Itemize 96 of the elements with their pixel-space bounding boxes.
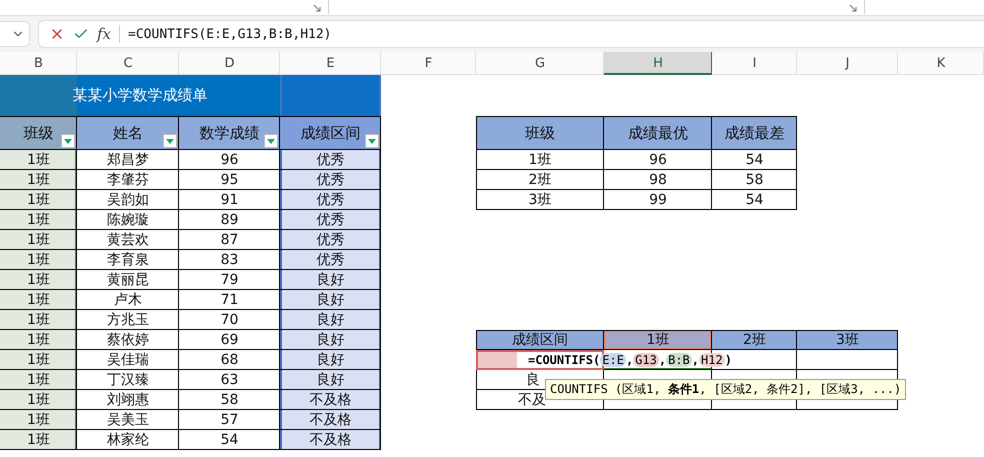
table-cell: 87 <box>179 230 280 250</box>
column-header[interactable]: E <box>280 52 381 75</box>
column-header[interactable]: K <box>898 52 984 75</box>
table-cell: 1班 <box>0 210 77 230</box>
table-cell: 吴佳瑞 <box>77 350 179 370</box>
column-header[interactable]: B <box>0 52 77 75</box>
table-cell: 63 <box>179 370 280 390</box>
column-heading: 成绩区间 <box>280 116 381 150</box>
table-cell: 95 <box>179 170 280 190</box>
table-cell: 不及格 <box>280 410 381 430</box>
table-cell: 李肇芬 <box>77 170 179 190</box>
table-cell: 58 <box>712 170 797 190</box>
table-cell: 1班 <box>0 230 77 250</box>
table-cell: 优秀 <box>280 230 381 250</box>
table-cell: 优秀 <box>280 210 381 230</box>
table-cell: 1班 <box>0 270 77 290</box>
table-cell: 良好 <box>280 290 381 310</box>
table-cell: 陈婉璇 <box>77 210 179 230</box>
column-heading: 3班 <box>797 330 898 350</box>
formula-field[interactable]: fx =COUNTIFS(E:E,G13,B:B,H12) <box>38 20 984 48</box>
table-cell: 良好 <box>280 310 381 330</box>
table-cell: 1班 <box>0 390 77 410</box>
column-heading: 成绩最优 <box>604 116 712 150</box>
table-cell: 1班 <box>0 150 77 170</box>
table-cell: 丁汉臻 <box>77 370 179 390</box>
function-label[interactable]: fx <box>97 25 120 43</box>
table-cell: 1班 <box>0 350 77 370</box>
table-cell: 蔡依婷 <box>77 330 179 350</box>
column-heading: 1班 <box>604 330 712 350</box>
column-header[interactable]: J <box>797 52 898 75</box>
table-cell: 3班 <box>476 190 604 210</box>
table-cell: 1班 <box>0 250 77 270</box>
table-cell: 优秀 <box>280 250 381 270</box>
table-cell: 良好 <box>280 270 381 290</box>
table-cell: 57 <box>179 410 280 430</box>
table-cell: 91 <box>179 190 280 210</box>
table-cell: 68 <box>179 350 280 370</box>
table-cell: 李育泉 <box>77 250 179 270</box>
table-cell: 黄芸欢 <box>77 230 179 250</box>
column-heading: 班级 <box>0 116 77 150</box>
table-cell: 96 <box>604 150 712 170</box>
column-heading: 数学成绩 <box>179 116 280 150</box>
table-cell: 优秀 <box>280 190 381 210</box>
table-cell: 优秀 <box>280 150 381 170</box>
table-cell: 1班 <box>0 410 77 430</box>
table-cell: 1班 <box>0 310 77 330</box>
table-cell: 不及格 <box>280 390 381 410</box>
table-cell: 方兆玉 <box>77 310 179 330</box>
column-header[interactable]: H <box>604 52 712 75</box>
table-cell: 89 <box>179 210 280 230</box>
table-cell: 69 <box>179 330 280 350</box>
table-cell: 1班 <box>0 290 77 310</box>
table-cell: 99 <box>604 190 712 210</box>
sheet-title: 某某小学数学成绩单 <box>0 75 280 116</box>
column-header[interactable]: F <box>381 52 476 75</box>
table-cell: 54 <box>712 150 797 170</box>
table-cell: 98 <box>604 170 712 190</box>
table-cell: 1班 <box>0 170 77 190</box>
table-cell: 2班 <box>476 170 604 190</box>
column-heading: 成绩区间 <box>476 330 604 350</box>
table-cell: 96 <box>179 150 280 170</box>
table-cell: 郑昌梦 <box>77 150 179 170</box>
table-cell: 54 <box>712 190 797 210</box>
table-cell: 1班 <box>476 150 604 170</box>
cell-formula[interactable]: =COUNTIFS( E:E , G13 , B:B , H12 ) <box>476 350 797 370</box>
table-cell: 卢木 <box>77 290 179 310</box>
table-cell: 吴美玉 <box>77 410 179 430</box>
table-cell: 54 <box>179 430 280 450</box>
table-cell: 刘翊惠 <box>77 390 179 410</box>
formula-text: =COUNTIFS(E:E,G13,B:B,H12) <box>128 26 332 42</box>
column-header[interactable]: I <box>712 52 797 75</box>
table-cell: 吴韵如 <box>77 190 179 210</box>
table-cell: 优秀 <box>280 170 381 190</box>
table-cell: 1班 <box>0 190 77 210</box>
table-cell: 70 <box>179 310 280 330</box>
table-cell: 83 <box>179 250 280 270</box>
table-cell: 林家纶 <box>77 430 179 450</box>
column-header[interactable]: G <box>476 52 604 75</box>
table-cell: 58 <box>179 390 280 410</box>
table-cell: 不及格 <box>280 430 381 450</box>
table-cell: 黄丽昆 <box>77 270 179 290</box>
table-cell: 1班 <box>0 330 77 350</box>
table-cell: 良好 <box>280 330 381 350</box>
column-header[interactable]: D <box>179 52 280 75</box>
table-cell: 79 <box>179 270 280 290</box>
table-cell: 良好 <box>280 350 381 370</box>
column-header[interactable]: C <box>77 52 179 75</box>
table-cell: 良好 <box>280 370 381 390</box>
column-heading: 姓名 <box>77 116 179 150</box>
table-cell: 1班 <box>0 370 77 390</box>
table-cell: 71 <box>179 290 280 310</box>
function-tooltip: COUNTIFS (区域1, 条件1, [区域2, 条件2], [区域3, ...) <box>545 379 906 400</box>
column-heading: 成绩最差 <box>712 116 797 150</box>
column-heading: 2班 <box>712 330 797 350</box>
table-cell: 1班 <box>0 430 77 450</box>
column-heading: 班级 <box>476 116 604 150</box>
